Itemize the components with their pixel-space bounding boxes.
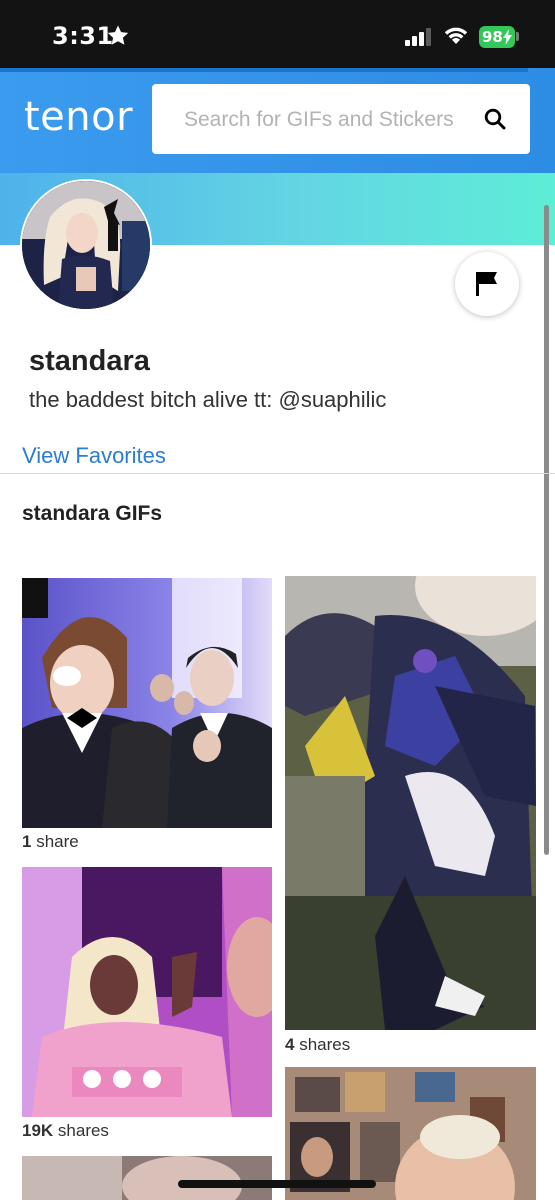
header-topline (0, 68, 528, 72)
gif-3-shares: 19K shares (22, 1121, 109, 1140)
battery-icon: 98 (479, 26, 515, 48)
report-flag-button[interactable] (455, 252, 519, 316)
status-time: 3:31 (52, 22, 114, 50)
site-header: tenor (0, 68, 555, 173)
signal-icon (405, 28, 433, 51)
flag-icon (476, 272, 497, 296)
search-input[interactable] (182, 84, 486, 156)
view-favorites-link[interactable]: View Favorites (22, 443, 166, 469)
gif-tile-5[interactable] (22, 1156, 272, 1200)
tenor-logo[interactable]: tenor (24, 94, 133, 140)
star-icon (106, 24, 130, 53)
gifs-section-title: standara GIFs (22, 502, 163, 525)
page-scrollbar[interactable] (544, 205, 549, 855)
home-indicator[interactable] (178, 1180, 376, 1188)
search-box[interactable] (152, 84, 530, 156)
status-bar: 3:31 98 (0, 0, 555, 68)
wifi-icon (443, 25, 469, 50)
profile-username: standara (29, 345, 150, 377)
gif-2-shares: 4 shares (285, 1035, 351, 1054)
gif-tile-1[interactable] (22, 578, 272, 828)
battery-tip (516, 32, 519, 41)
profile-bio: the baddest bitch alive tt: @suaphilic (29, 387, 387, 412)
gif-tile-3[interactable] (22, 867, 272, 1117)
gif-tile-2[interactable] (285, 576, 536, 1030)
avatar (22, 181, 150, 309)
battery-level: 98 (482, 28, 503, 46)
gif-1-shares: 1 share (22, 832, 79, 851)
search-icon[interactable] (484, 108, 506, 135)
section-divider (0, 473, 555, 474)
